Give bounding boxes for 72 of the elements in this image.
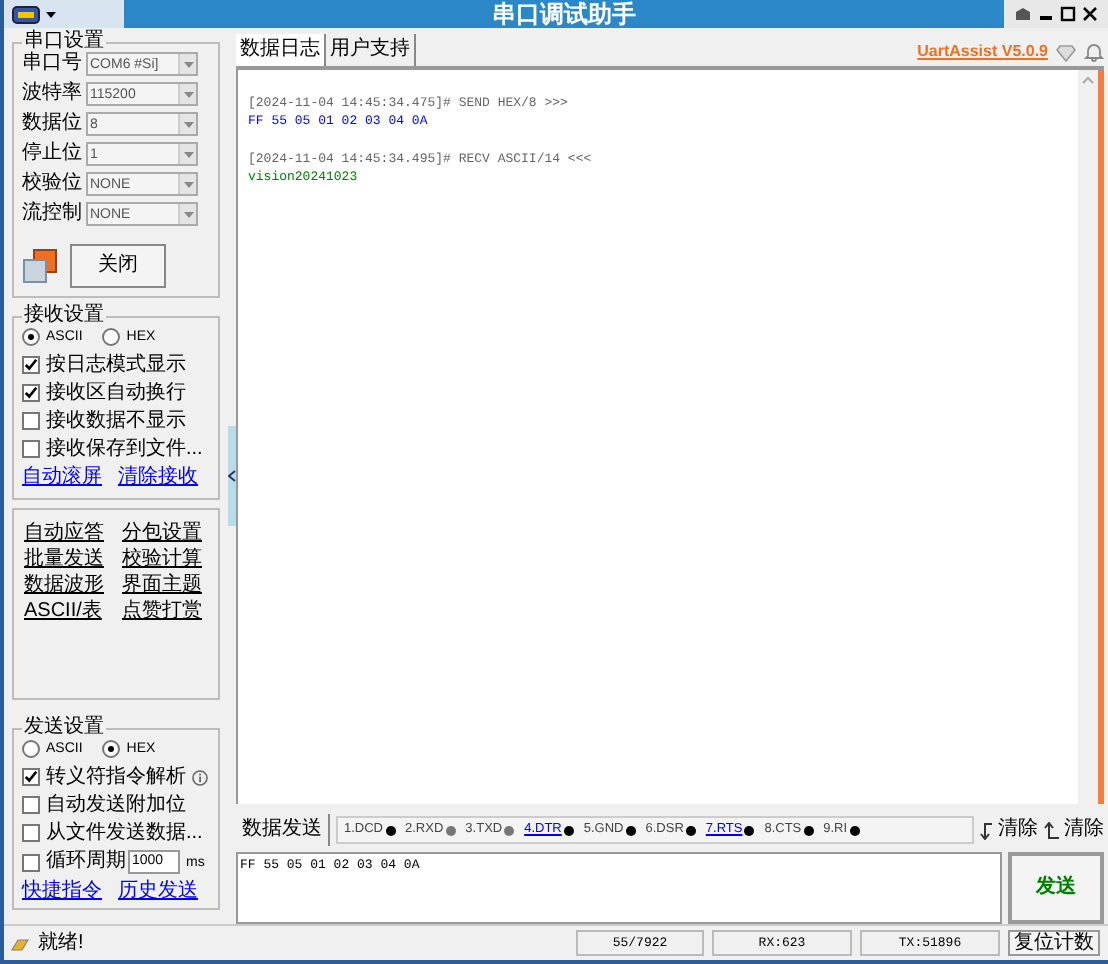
status-message: 就绪! <box>38 933 86 953</box>
tab[interactable]: 数据日志 <box>236 34 326 66</box>
send-tab[interactable]: 数据发送 <box>236 814 330 846</box>
checkbox-label: 自动发送附加位 <box>46 795 186 815</box>
tool-link[interactable]: 校验计算 <box>122 550 208 570</box>
checkbox[interactable] <box>22 356 40 374</box>
port-status-icon <box>22 248 58 284</box>
checkbox-label: 接收数据不显示 <box>46 411 186 431</box>
radio-button[interactable] <box>22 740 40 758</box>
bell-icon <box>1084 42 1104 62</box>
close-icon <box>1082 6 1098 22</box>
caret-icon <box>183 181 193 187</box>
send-button[interactable]: 发送 <box>1008 852 1104 924</box>
checkbox-label: 转义符指令解析 <box>46 767 186 787</box>
radio-button[interactable] <box>102 740 121 758</box>
check-icon <box>24 770 38 784</box>
checkbox-label: 接收保存到文件... <box>46 439 203 459</box>
checkbox-label: 接收区自动换行 <box>46 383 186 403</box>
clear-button[interactable]: 清除 <box>980 820 1038 840</box>
field-label: 流控制 <box>22 204 82 224</box>
field-label: 校验位 <box>22 174 82 194</box>
diamond-icon <box>1056 43 1076 61</box>
window-title: 串口调试助手 <box>490 2 638 26</box>
group-title: 接收设置 <box>22 306 106 326</box>
caret-icon <box>183 121 193 127</box>
link[interactable]: 自动滚屏 <box>22 468 102 488</box>
caret-icon <box>46 11 56 17</box>
tool-link[interactable]: 界面主题 <box>122 576 208 596</box>
caret-icon <box>183 91 193 97</box>
link[interactable]: 快捷指令 <box>22 882 102 902</box>
clear-button[interactable]: 清除 <box>1044 820 1104 840</box>
radio-button[interactable] <box>22 328 40 346</box>
close-port-button[interactable]: 关闭 <box>70 244 166 288</box>
tool-link[interactable]: 点赞打赏 <box>122 602 208 622</box>
link[interactable]: 清除接收 <box>118 468 198 488</box>
maximize-icon <box>1060 6 1076 22</box>
scrollbar[interactable] <box>1078 70 1098 804</box>
scroll-up-icon <box>1082 76 1094 84</box>
reset-counter-button[interactable]: 复位计数 <box>1008 930 1100 956</box>
collapse-icon <box>228 470 236 482</box>
caret-icon <box>183 61 193 67</box>
checkbox[interactable] <box>22 440 40 458</box>
app-logo-icon <box>12 5 40 23</box>
checkbox-label: 从文件发送数据... <box>46 823 203 843</box>
tool-link[interactable]: 自动应答 <box>24 524 110 544</box>
caret-icon <box>183 151 193 157</box>
checkbox-label: 按日志模式显示 <box>46 355 186 375</box>
caret-icon <box>183 211 193 217</box>
field-label: 停止位 <box>22 144 82 164</box>
group-title: 发送设置 <box>22 718 106 738</box>
skin-icon <box>1014 6 1032 22</box>
tool-link[interactable]: 数据波形 <box>24 576 110 596</box>
tool-link[interactable]: 分包设置 <box>122 524 208 544</box>
arrow-down-icon <box>980 821 994 839</box>
field-label: 串口号 <box>22 54 82 74</box>
tool-link[interactable]: 批量发送 <box>24 550 110 570</box>
arrow-up-icon <box>1044 821 1060 839</box>
link[interactable]: 历史发送 <box>118 882 198 902</box>
checkbox[interactable] <box>22 853 40 871</box>
checkbox[interactable] <box>22 384 40 402</box>
splitter-handle[interactable] <box>228 426 236 526</box>
checkbox-label: 循环周期 <box>46 852 126 872</box>
checkbox[interactable] <box>22 796 40 814</box>
system-menu-button[interactable] <box>4 0 124 28</box>
tool-link[interactable]: ASCII/表 <box>24 602 110 622</box>
checkbox[interactable] <box>22 412 40 430</box>
checkbox[interactable] <box>22 768 40 786</box>
group-title: 串口设置 <box>22 32 106 52</box>
field-label: 波特率 <box>22 84 82 104</box>
checkbox[interactable] <box>22 824 40 842</box>
radio-button[interactable] <box>102 328 121 346</box>
field-label: 数据位 <box>22 114 82 134</box>
